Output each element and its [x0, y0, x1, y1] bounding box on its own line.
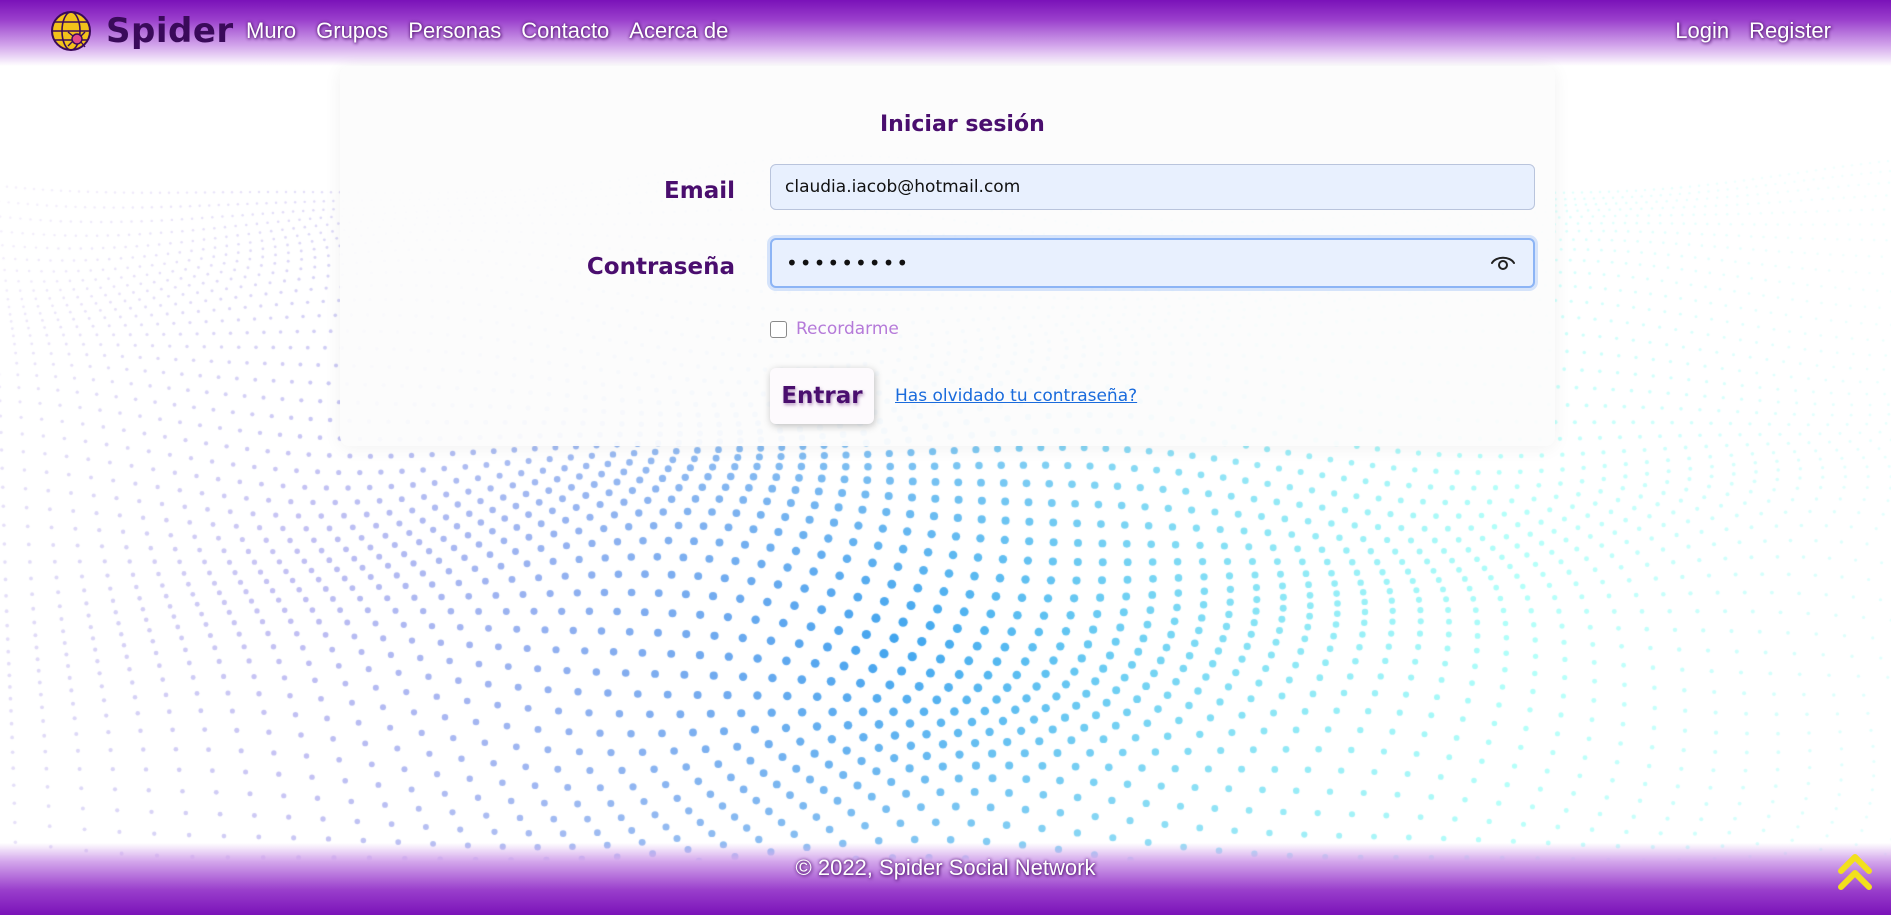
brand-link[interactable]: Spider	[50, 10, 234, 52]
email-label: Email	[664, 178, 735, 204]
password-label: Contraseña	[586, 254, 735, 280]
register-link[interactable]: Register	[1749, 18, 1831, 44]
footer: © 2022, Spider Social Network	[0, 843, 1891, 915]
nav-link-grupos[interactable]: Grupos	[316, 18, 388, 44]
globe-spider-icon	[51, 11, 91, 51]
copyright-text: © 2022, Spider Social Network	[795, 855, 1096, 880]
login-card: Iniciar sesión Email claudia.iacob@hotma…	[340, 66, 1555, 446]
remember-checkbox[interactable]	[770, 320, 787, 338]
remember-label: Recordarme	[796, 319, 899, 339]
login-title: Iniciar sesión	[880, 112, 1045, 137]
login-submit-button[interactable]: Entrar	[770, 368, 874, 424]
nav-link-acerca-de[interactable]: Acerca de	[629, 18, 728, 44]
email-field[interactable]: claudia.iacob@hotmail.com	[770, 164, 1535, 210]
password-value: •••••••••	[786, 251, 911, 275]
nav-link-muro[interactable]: Muro	[246, 18, 296, 44]
double-chevron-up-icon[interactable]	[1837, 851, 1873, 893]
login-link[interactable]: Login	[1675, 18, 1729, 44]
main-nav: Muro Grupos Personas Contacto Acerca de	[246, 18, 728, 44]
eye-icon[interactable]	[1491, 254, 1515, 272]
forgot-password-link[interactable]: Has olvidado tu contraseña?	[895, 386, 1137, 406]
auth-nav: Login Register	[1675, 18, 1831, 44]
nav-link-contacto[interactable]: Contacto	[521, 18, 609, 44]
email-value: claudia.iacob@hotmail.com	[785, 177, 1021, 197]
remember-me[interactable]: Recordarme	[770, 319, 899, 339]
nav-link-personas[interactable]: Personas	[408, 18, 501, 44]
password-field[interactable]: •••••••••	[770, 238, 1535, 288]
brand-name: Spider	[106, 11, 234, 51]
navbar: Spider Muro Grupos Personas Contacto Ace…	[0, 0, 1891, 66]
